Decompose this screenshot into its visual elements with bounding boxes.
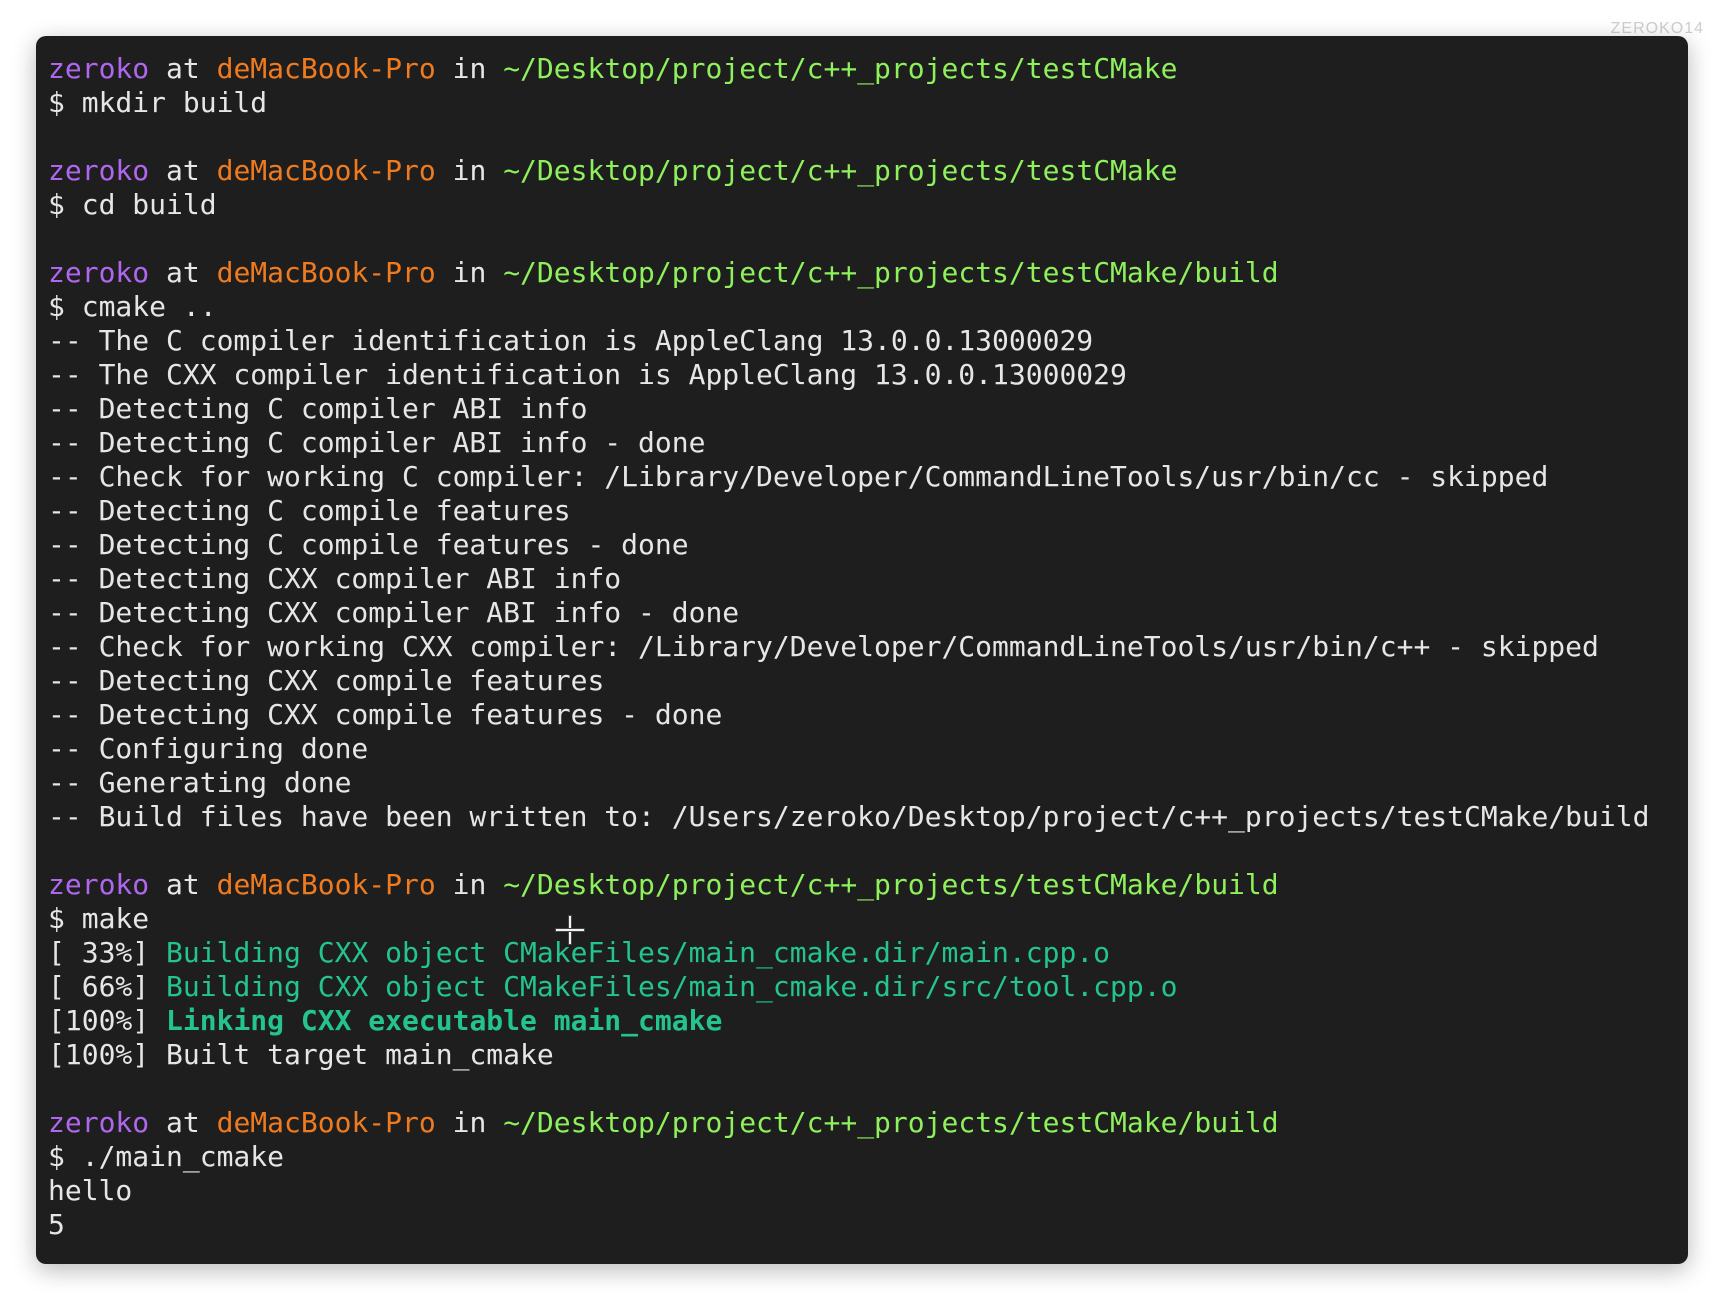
- prompt-user: zeroko: [48, 868, 150, 901]
- prompt-line: zeroko at deMacBook-Pro in ~/Desktop/pro…: [48, 154, 1688, 188]
- build-message: Building CXX object CMakeFiles/main_cmak…: [166, 970, 1178, 1003]
- prompt-path: ~/Desktop/project/c++_projects/testCMake: [503, 52, 1178, 85]
- output-text: -- Detecting CXX compile features - done: [48, 698, 723, 731]
- output-line: -- Detecting CXX compile features: [48, 664, 1688, 698]
- build-progress-line: [ 33%] Building CXX object CMakeFiles/ma…: [48, 936, 1688, 970]
- output-line: [100%] Built target main_cmake: [48, 1038, 1688, 1072]
- prompt-user: zeroko: [48, 1106, 150, 1139]
- output-text: -- Detecting C compiler ABI info - done: [48, 426, 706, 459]
- prompt-path: ~/Desktop/project/c++_projects/testCMake…: [503, 256, 1279, 289]
- output-line: -- Detecting CXX compiler ABI info - don…: [48, 596, 1688, 630]
- prompt-path: ~/Desktop/project/c++_projects/testCMake…: [503, 868, 1279, 901]
- prompt-at: at: [149, 1106, 217, 1139]
- prompt-in: in: [435, 868, 504, 901]
- output-text: -- Detecting C compile features - done: [48, 528, 689, 561]
- output-line: -- Detecting C compiler ABI info - done: [48, 426, 1688, 460]
- output-text: -- The CXX compiler identification is Ap…: [48, 358, 1127, 391]
- output-text: -- Check for working CXX compiler: /Libr…: [48, 630, 1599, 663]
- output-text: -- Configuring done: [48, 732, 369, 765]
- output-line: -- Detecting C compiler ABI info: [48, 392, 1688, 426]
- build-percent: [100%]: [48, 1004, 167, 1037]
- prompt-path: ~/Desktop/project/c++_projects/testCMake: [503, 154, 1178, 187]
- output-line: $ ./main_cmake: [48, 1140, 1688, 1174]
- output-line: -- Configuring done: [48, 732, 1688, 766]
- output-line: -- Check for working C compiler: /Librar…: [48, 460, 1688, 494]
- output-text: $ make: [48, 902, 150, 935]
- prompt-user: zeroko: [48, 154, 150, 187]
- prompt-in: in: [435, 1106, 504, 1139]
- output-line: $ make: [48, 902, 1688, 936]
- prompt-line: zeroko at deMacBook-Pro in ~/Desktop/pro…: [48, 868, 1688, 902]
- prompt-host: deMacBook-Pro: [216, 154, 436, 187]
- output-text: -- Detecting CXX compile features: [48, 664, 605, 697]
- prompt-at: at: [149, 256, 217, 289]
- prompt-host: deMacBook-Pro: [216, 868, 436, 901]
- prompt-host: deMacBook-Pro: [216, 1106, 436, 1139]
- prompt-host: deMacBook-Pro: [216, 52, 436, 85]
- prompt-line: zeroko at deMacBook-Pro in ~/Desktop/pro…: [48, 256, 1688, 290]
- output-text: $ mkdir build: [48, 86, 268, 119]
- build-message: Linking CXX executable main_cmake: [166, 1004, 723, 1037]
- output-line: $ cd build: [48, 188, 1688, 222]
- output-line: 5: [48, 1208, 1688, 1242]
- output-line: -- Build files have been written to: /Us…: [48, 800, 1688, 834]
- output-line: -- Check for working CXX compiler: /Libr…: [48, 630, 1688, 664]
- output-line: hello: [48, 1174, 1688, 1208]
- output-text: -- Generating done: [48, 766, 352, 799]
- output-text: -- Detecting C compile features: [48, 494, 571, 527]
- output-text: -- Detecting CXX compiler ABI info - don…: [48, 596, 740, 629]
- output-line: -- Detecting CXX compile features - done: [48, 698, 1688, 732]
- terminal-window[interactable]: zeroko at deMacBook-Pro in ~/Desktop/pro…: [36, 36, 1688, 1264]
- prompt-path: ~/Desktop/project/c++_projects/testCMake…: [503, 1106, 1279, 1139]
- build-percent: [ 33%]: [48, 936, 167, 969]
- build-percent: [ 66%]: [48, 970, 167, 1003]
- output-line: $ cmake ..: [48, 290, 1688, 324]
- prompt-line: zeroko at deMacBook-Pro in ~/Desktop/pro…: [48, 52, 1688, 86]
- output-text: -- Detecting CXX compiler ABI info: [48, 562, 622, 595]
- output-text: -- Check for working C compiler: /Librar…: [48, 460, 1549, 493]
- output-text: hello: [48, 1174, 133, 1207]
- output-text: $ cd build: [48, 188, 217, 221]
- prompt-line: zeroko at deMacBook-Pro in ~/Desktop/pro…: [48, 1106, 1688, 1140]
- output-line: -- Detecting CXX compiler ABI info: [48, 562, 1688, 596]
- prompt-at: at: [149, 868, 217, 901]
- output-line: -- The C compiler identification is Appl…: [48, 324, 1688, 358]
- build-message: Building CXX object CMakeFiles/main_cmak…: [166, 936, 1111, 969]
- output-text: -- The C compiler identification is Appl…: [48, 324, 1094, 357]
- prompt-at: at: [149, 52, 217, 85]
- output-line: -- The CXX compiler identification is Ap…: [48, 358, 1688, 392]
- output-text: $ ./main_cmake: [48, 1140, 285, 1173]
- output-line: -- Generating done: [48, 766, 1688, 800]
- prompt-host: deMacBook-Pro: [216, 256, 436, 289]
- output-line: $ mkdir build: [48, 86, 1688, 120]
- output-text: [100%] Built target main_cmake: [48, 1038, 554, 1071]
- prompt-user: zeroko: [48, 256, 150, 289]
- output-text: 5: [48, 1208, 65, 1241]
- output-line: -- Detecting C compile features: [48, 494, 1688, 528]
- build-progress-line: [100%] Linking CXX executable main_cmake: [48, 1004, 1688, 1038]
- output-text: $ cmake ..: [48, 290, 217, 323]
- prompt-at: at: [149, 154, 217, 187]
- crosshair-cursor-icon: [556, 916, 584, 944]
- prompt-in: in: [435, 154, 504, 187]
- prompt-in: in: [435, 256, 504, 289]
- output-line: -- Detecting C compile features - done: [48, 528, 1688, 562]
- prompt-user: zeroko: [48, 52, 150, 85]
- output-text: -- Build files have been written to: /Us…: [48, 800, 1650, 833]
- prompt-in: in: [435, 52, 504, 85]
- build-progress-line: [ 66%] Building CXX object CMakeFiles/ma…: [48, 970, 1688, 1004]
- output-text: -- Detecting C compiler ABI info: [48, 392, 588, 425]
